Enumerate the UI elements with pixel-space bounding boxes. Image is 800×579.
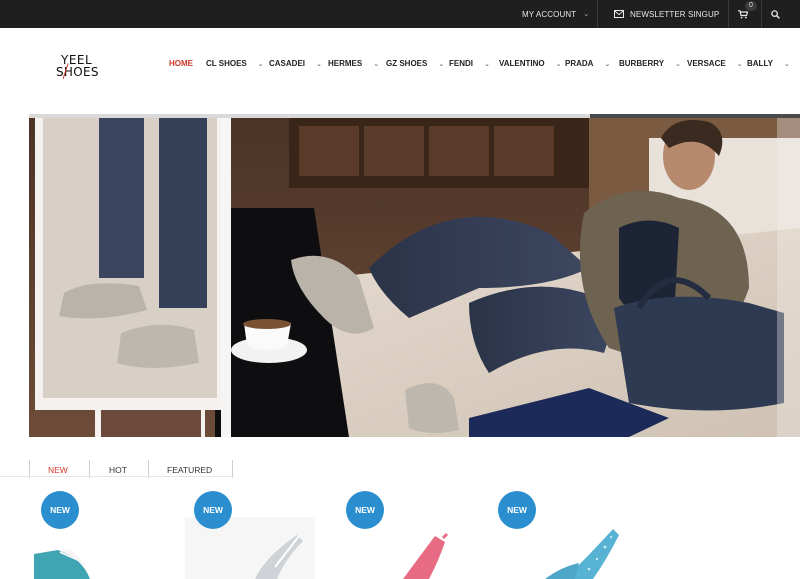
chevron-down-icon: ⌄	[783, 60, 790, 68]
cart-count-badge: 0	[745, 1, 757, 11]
chevron-down-icon: ⌄	[316, 60, 322, 68]
top-bar: MY ACCOUNT ⌄ NEWSLETTER SINGUP 0	[0, 0, 800, 28]
chevron-down-icon: ⌄	[583, 11, 590, 18]
nav-item-bally[interactable]: BALLY ⌄	[747, 59, 790, 68]
search-button[interactable]	[771, 0, 780, 28]
nav-item-gz-shoes[interactable]: GZ SHOES ⌄	[386, 59, 444, 68]
nav-item-label: FENDI	[449, 59, 473, 68]
tab-hot[interactable]: HOT	[109, 460, 127, 480]
nav-item-cl-shoes[interactable]: CL SHOES ⌄	[206, 59, 264, 68]
product-card[interactable]	[395, 530, 475, 579]
nav-item-hermes[interactable]: HERMES ⌄	[328, 59, 379, 68]
chevron-down-icon: ⌄	[373, 60, 380, 68]
hero-banner-image[interactable]	[29, 118, 800, 437]
nav-item-label: PRADA	[565, 59, 594, 68]
nav-item-label: HOME	[169, 59, 193, 68]
shopping-cart-icon	[738, 9, 748, 18]
nav-item-burberry[interactable]: BURBERRY ⌄	[619, 59, 681, 68]
tab-new[interactable]: NEW	[48, 460, 68, 480]
chevron-down-icon: ⌄	[484, 60, 490, 68]
product-image	[545, 529, 619, 579]
nav-item-label: BALLY	[747, 59, 773, 68]
product-image	[34, 548, 90, 579]
my-account-menu[interactable]: MY ACCOUNT ⌄	[522, 0, 589, 28]
nav-item-casadei[interactable]: CASADEI ⌄	[269, 59, 322, 68]
topbar-divider	[728, 0, 729, 28]
chevron-down-icon: ⌄	[257, 60, 264, 68]
new-badge: NEW	[498, 491, 536, 529]
nav-item-home[interactable]: HOME	[169, 59, 193, 68]
envelope-icon	[614, 10, 624, 18]
chevron-down-icon: ⌄	[555, 60, 562, 68]
product-image	[403, 532, 449, 579]
new-badge: NEW	[346, 491, 384, 529]
nav-item-label: GZ SHOES	[386, 59, 428, 68]
chevron-down-icon: ⌄	[736, 60, 743, 68]
nav-item-versace[interactable]: VERSACE ⌄	[687, 59, 743, 68]
nav-item-fendi[interactable]: FENDI ⌄	[449, 59, 490, 68]
newsletter-signup-link[interactable]: NEWSLETTER SINGUP	[614, 0, 719, 28]
hero-photo	[29, 118, 800, 437]
newsletter-label: NEWSLETTER SINGUP	[630, 9, 720, 19]
tab-label: HOT	[109, 465, 127, 475]
tabs-underline	[0, 476, 234, 477]
nav-item-label: HERMES	[328, 59, 363, 68]
tab-label: FEATURED	[167, 465, 213, 475]
new-badge: NEW	[194, 491, 232, 529]
nav-item-label: CASADEI	[269, 59, 306, 68]
product-card[interactable]	[535, 525, 630, 579]
topbar-divider	[761, 0, 762, 28]
nav-item-label: VALENTINO	[499, 59, 545, 68]
nav-item-label: CL SHOES	[206, 59, 247, 68]
chevron-down-icon: ⌄	[438, 60, 445, 68]
new-badge: NEW	[41, 491, 79, 529]
product-card[interactable]	[30, 540, 150, 579]
my-account-label: MY ACCOUNT	[522, 9, 577, 19]
site-logo[interactable]: YEEL SHOES	[54, 54, 110, 82]
nav-item-label: VERSACE	[687, 59, 726, 68]
tab-featured[interactable]: FEATURED	[167, 460, 212, 480]
chevron-down-icon: ⌄	[604, 60, 611, 68]
tab-label: NEW	[48, 465, 68, 475]
nav-item-prada[interactable]: PRADA ⌄	[565, 59, 610, 68]
search-icon	[771, 9, 780, 19]
chevron-down-icon: ⌄	[675, 60, 681, 68]
nav-item-valentino[interactable]: VALENTINO ⌄	[499, 59, 562, 68]
nav-item-label: BURBERRY	[619, 59, 665, 68]
topbar-divider	[597, 0, 598, 28]
